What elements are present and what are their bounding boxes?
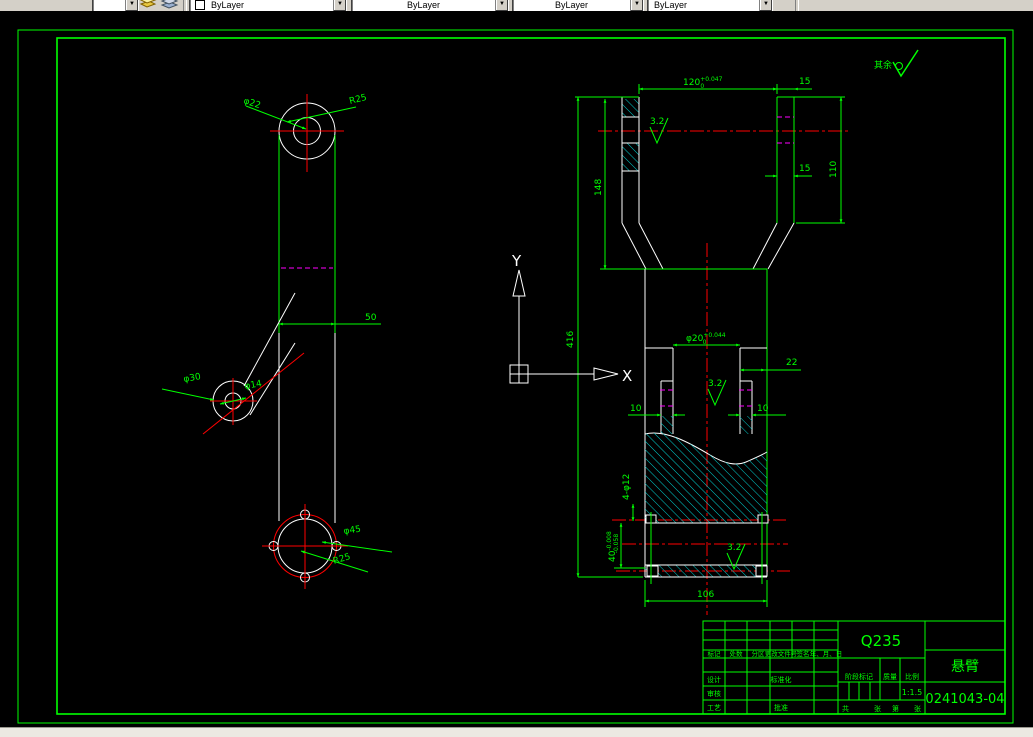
dim-15-mid: 15 (799, 164, 810, 174)
label-date: 年、月、日 (810, 649, 843, 658)
dim-10-left: 10 (630, 404, 642, 414)
section-hatch (661, 416, 673, 434)
dim-15-top: 15 (799, 77, 810, 87)
material-value: Q235 (861, 632, 901, 650)
chevron-down-icon[interactable]: ▼ (333, 0, 346, 11)
scale-value: 1:1.5 (902, 688, 923, 697)
label-count: 处数 (730, 649, 744, 658)
label-mark: 标记 (708, 649, 722, 658)
toolbar: ▼ ByLayer ▼ ByLayer ▼ ByLayer ▼ ByLayer … (0, 0, 1033, 11)
part-name: 悬臂 (951, 659, 979, 675)
label-approve: 批准 (774, 703, 788, 712)
dim-106: 106 (697, 590, 714, 600)
linetype-value: ByLayer (406, 0, 441, 10)
layer-previous-icon[interactable] (160, 0, 179, 11)
label-sheet-no: 第 (892, 704, 899, 713)
label-sheet-unit1: 张 (874, 704, 881, 713)
rest-note-text: 其余 (874, 59, 892, 71)
dim-110: 110 (829, 161, 839, 178)
section-hatch (740, 416, 752, 434)
label-design: 设计 (707, 675, 721, 684)
dim-10-right: 10 (757, 404, 769, 414)
toolbar-separator (183, 0, 187, 11)
plotstyle-value: ByLayer (654, 0, 688, 10)
linetype-combo[interactable]: ByLayer ▼ (351, 0, 509, 11)
dim-416: 416 (566, 331, 576, 348)
color-swatch (195, 0, 205, 10)
label-stage-mark: 阶段标记 (845, 672, 873, 681)
command-line-edge (0, 727, 1033, 737)
layer-color-combo[interactable]: ByLayer ▼ (189, 0, 347, 11)
dim-40: 40-0.008-0.058 (606, 531, 620, 562)
ucs-y-label: Y (511, 252, 522, 270)
combo-stub-value (93, 0, 125, 5)
label-sheet-unit2: 张 (914, 704, 921, 713)
label-signature: 签名 (797, 649, 810, 658)
make-object-layer-current-icon[interactable] (139, 0, 157, 11)
chevron-down-icon[interactable]: ▼ (630, 0, 643, 11)
chevron-down-icon[interactable]: ▼ (495, 0, 508, 11)
layer-color-value: ByLayer (211, 0, 245, 10)
dim-holes: 4-φ12 (622, 474, 632, 500)
plate-hole (646, 565, 659, 577)
drawing-canvas[interactable]: 50 φ22 R25 φ30 φ14 φ45 R25 120+0.047 0 1… (0, 0, 1033, 737)
lineweight-value: ByLayer (554, 0, 589, 10)
ucs-x-label: X (622, 367, 632, 385)
section-hatch (622, 99, 639, 117)
label-scale: 比例 (905, 672, 919, 681)
upper-plate-hole (757, 514, 769, 524)
label-mass: 质量 (883, 672, 897, 681)
roughness-value: 3.2 (650, 117, 664, 127)
dim-22: 22 (786, 358, 797, 368)
label-check: 审核 (707, 689, 721, 698)
label-change-file: 更改文件号 (765, 649, 798, 658)
chevron-down-icon[interactable]: ▼ (759, 0, 772, 11)
section-hatch (622, 143, 639, 171)
plate-hatch (645, 565, 767, 577)
chevron-down-icon[interactable]: ▼ (125, 0, 138, 11)
lineweight-combo[interactable]: ByLayer ▼ (512, 0, 644, 11)
label-process: 工艺 (707, 704, 721, 712)
label-standardization: 标准化 (771, 675, 792, 684)
dim-148: 148 (594, 179, 604, 196)
label-zone: 分区 (752, 649, 766, 658)
dim-50: 50 (365, 313, 377, 323)
roughness-value: 3.2 (708, 379, 722, 389)
model-space-background[interactable] (0, 11, 1033, 727)
toolbar-combo-stub[interactable]: ▼ (92, 0, 139, 11)
label-sheet-total: 共 (842, 704, 849, 713)
roughness-value: 3.2 (727, 543, 741, 553)
drawing-number: 0241043-04 (925, 692, 1004, 707)
plotstyle-combo[interactable]: ByLayer ▼ (647, 0, 773, 11)
toolbar-separator (795, 0, 799, 11)
